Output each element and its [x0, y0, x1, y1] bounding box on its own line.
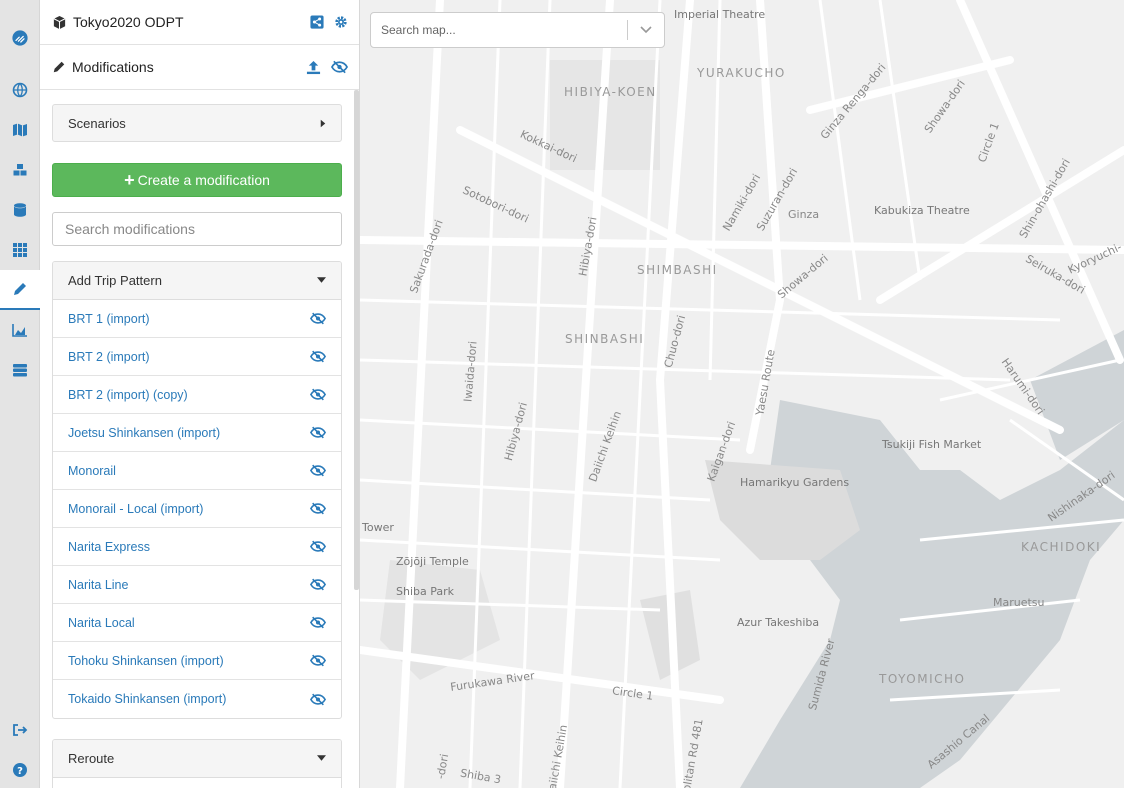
- area-chart-icon[interactable]: [0, 310, 40, 350]
- modification-label: Monorail - Local (import): [68, 501, 204, 516]
- panel-scrollbar[interactable]: [354, 90, 359, 590]
- modification-label: BRT 1 (import): [68, 311, 150, 326]
- modification-item[interactable]: Monorail - Local (import): [53, 490, 341, 528]
- pencil-icon: [52, 60, 66, 74]
- share-icon[interactable]: [310, 15, 324, 29]
- map[interactable]: Imperial Theatre YURAKUCHO HIBIYA-KOEN K…: [360, 0, 1124, 788]
- sign-out-icon[interactable]: [0, 710, 40, 750]
- group-header[interactable]: Add Trip Pattern: [53, 262, 341, 300]
- caret-right-icon: [320, 116, 326, 131]
- modification-label: Narita Line: [68, 577, 129, 592]
- cube-icon: [52, 15, 67, 30]
- eye-slash-icon[interactable]: [310, 693, 326, 706]
- map-label: Zōjōji Temple: [396, 555, 469, 568]
- eye-slash-icon[interactable]: [310, 540, 326, 553]
- search-modifications-input[interactable]: [52, 212, 342, 246]
- project-header: Tokyo2020 ODPT: [40, 0, 359, 45]
- scenarios-label: Scenarios: [68, 115, 126, 131]
- group-header[interactable]: Reroute: [53, 740, 341, 778]
- plus-icon: +: [124, 170, 135, 190]
- map-label: Shiba Park: [396, 585, 455, 598]
- caret-down-icon: [317, 275, 326, 286]
- grid-icon[interactable]: [0, 230, 40, 270]
- map-label: YURAKUCHO: [697, 66, 786, 80]
- map-label: Ginza: [788, 208, 820, 221]
- database-icon[interactable]: [0, 190, 40, 230]
- group-label: Reroute: [68, 751, 115, 766]
- eye-slash-icon[interactable]: [310, 616, 326, 629]
- project-title: Tokyo2020 ODPT: [73, 14, 184, 30]
- eye-slash-icon[interactable]: [310, 464, 326, 477]
- map-label: Maruetsu: [993, 596, 1045, 609]
- svg-text:?: ?: [17, 766, 23, 777]
- modifications-header: Modifications: [40, 45, 359, 90]
- modifications-title: Modifications: [72, 59, 154, 75]
- server-icon[interactable]: [0, 350, 40, 390]
- modification-item[interactable]: Tohoku Shinkansen (import): [53, 642, 341, 680]
- map-label: SHINBASHI: [565, 332, 645, 346]
- modification-group-add-trip-pattern: Add Trip Pattern BRT 1 (import) BRT 2 (im…: [52, 261, 342, 719]
- map-label: SHIMBASHI: [637, 263, 718, 277]
- create-modification-button[interactable]: + Create a modification: [52, 163, 342, 197]
- map-icon[interactable]: [0, 110, 40, 150]
- help-icon[interactable]: ?: [0, 750, 40, 788]
- map-label: Imperial Theatre: [674, 8, 766, 21]
- eye-slash-icon[interactable]: [310, 388, 326, 401]
- eye-slash-icon[interactable]: [331, 60, 348, 74]
- map-label: Tower: [362, 521, 394, 534]
- map-label: TOYOMICHO: [879, 672, 966, 686]
- cubes-icon[interactable]: [0, 150, 40, 190]
- gear-icon[interactable]: [334, 15, 348, 29]
- eye-slash-icon[interactable]: [310, 578, 326, 591]
- modification-item[interactable]: Tokaido Shinkansen (import): [53, 680, 341, 718]
- modification-item[interactable]: Joetsu Shinkansen (import): [53, 414, 341, 452]
- modification-item[interactable]: Narita Express: [53, 528, 341, 566]
- map-label: Azur Takeshiba: [737, 616, 820, 629]
- modification-label: Tokaido Shinkansen (import): [68, 692, 227, 706]
- eye-slash-icon[interactable]: [310, 502, 326, 515]
- eye-slash-icon[interactable]: [310, 654, 326, 667]
- caret-down-icon: [317, 753, 326, 764]
- modification-label: Narita Local: [68, 615, 135, 630]
- modification-item[interactable]: Narita Local: [53, 604, 341, 642]
- map-label: Kabukiza Theatre: [874, 204, 970, 217]
- logo-icon[interactable]: [0, 18, 40, 58]
- modification-item[interactable]: Monorail: [53, 452, 341, 490]
- icon-rail: ?: [0, 0, 40, 788]
- map-label: Hamarikyu Gardens: [740, 476, 850, 489]
- globe-icon[interactable]: [0, 70, 40, 110]
- map-search-input[interactable]: [371, 13, 627, 47]
- modification-group-reroute: Reroute: [52, 739, 342, 788]
- modification-label: Joetsu Shinkansen (import): [68, 425, 221, 440]
- eye-slash-icon[interactable]: [310, 350, 326, 363]
- scenarios-toggle[interactable]: Scenarios: [52, 104, 342, 142]
- map-label: HIBIYA-KOEN: [564, 85, 657, 99]
- modification-label: Narita Express: [68, 539, 150, 554]
- modification-label: Tohoku Shinkansen (import): [68, 653, 224, 668]
- map-label: Tsukiji Fish Market: [882, 438, 982, 451]
- group-label: Add Trip Pattern: [68, 273, 162, 288]
- modification-item[interactable]: BRT 1 (import): [53, 300, 341, 338]
- modification-item[interactable]: BRT 2 (import): [53, 338, 341, 376]
- map-label: KACHIDOKI: [1021, 540, 1102, 554]
- upload-icon[interactable]: [306, 60, 321, 75]
- modification-label: BRT 2 (import) (copy): [68, 387, 188, 402]
- eye-slash-icon[interactable]: [310, 426, 326, 439]
- modification-label: Monorail: [68, 463, 116, 478]
- modification-item[interactable]: Narita Line: [53, 566, 341, 604]
- modification-item[interactable]: BRT 2 (import) (copy): [53, 376, 341, 414]
- pencil-nav-icon[interactable]: [0, 270, 40, 310]
- eye-slash-icon[interactable]: [310, 312, 326, 325]
- modification-label: BRT 2 (import): [68, 349, 150, 364]
- create-modification-label: Create a modification: [137, 172, 270, 188]
- map-search: [370, 12, 665, 48]
- chevron-down-icon[interactable]: [628, 26, 664, 34]
